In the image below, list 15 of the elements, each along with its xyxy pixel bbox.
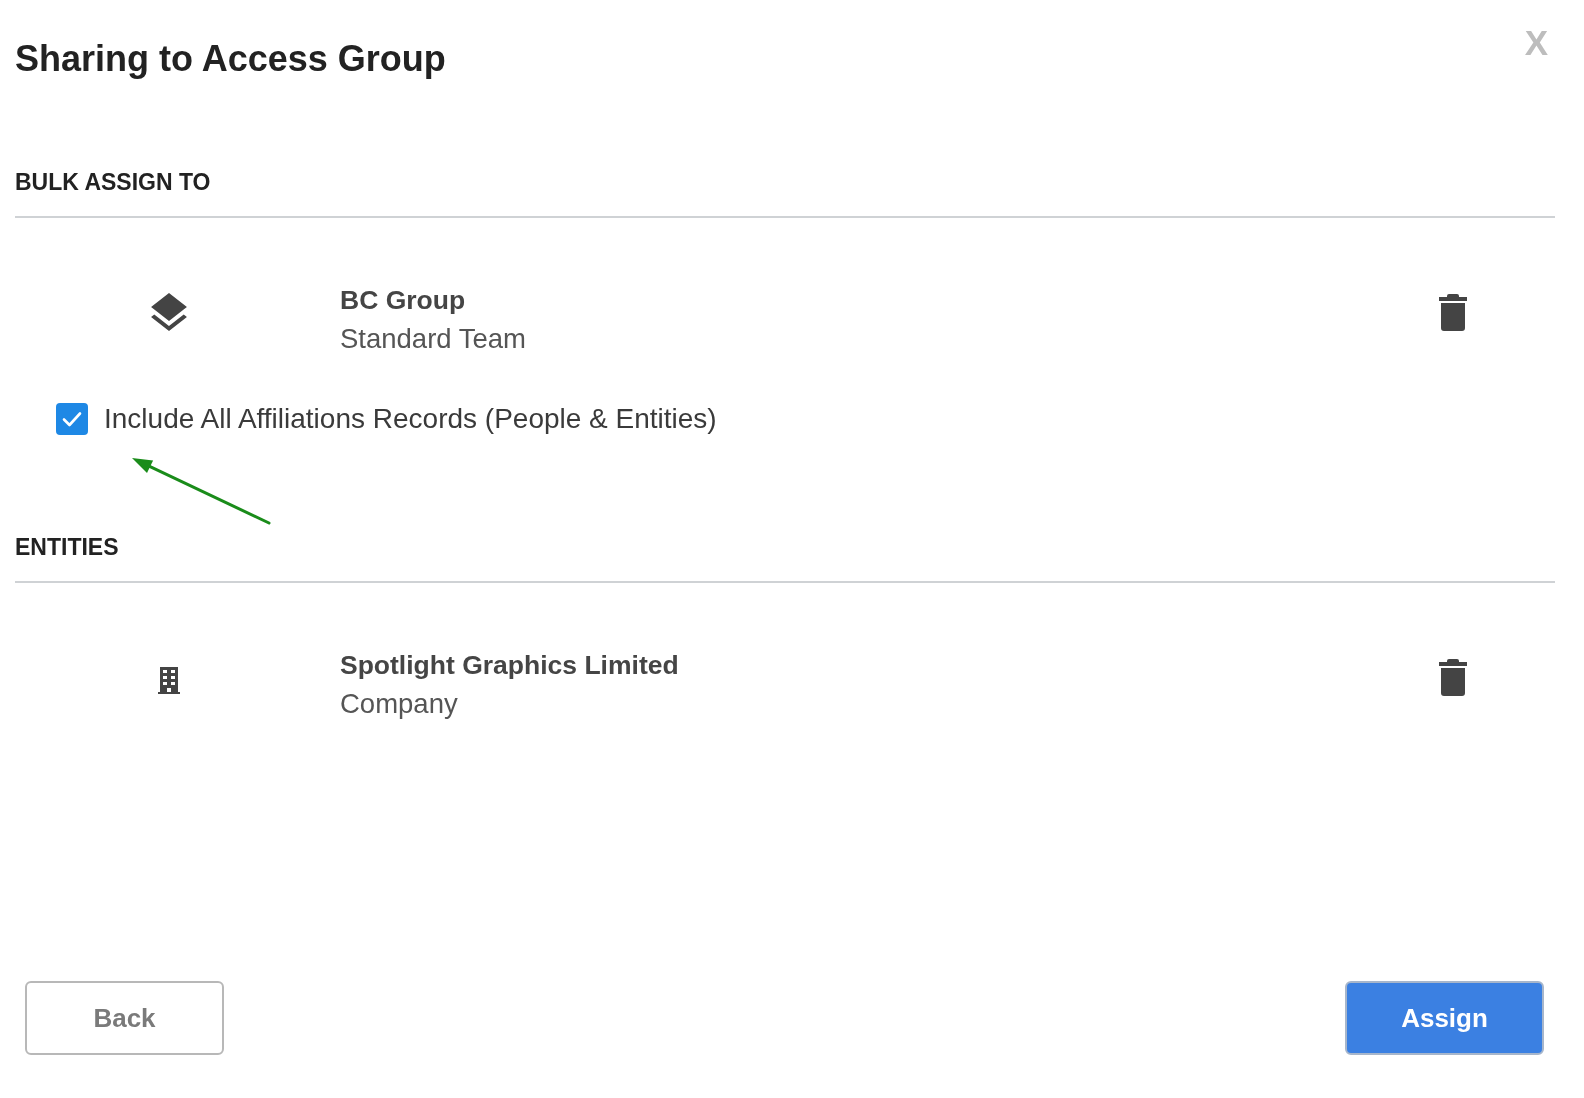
item-type: Standard Team	[340, 322, 526, 356]
primary-button[interactable]: Assign	[1345, 981, 1544, 1055]
secondary-button[interactable]: Back	[25, 981, 224, 1055]
building-icon	[158, 667, 180, 694]
trash-icon[interactable]	[1439, 294, 1467, 331]
section-heading: ENTITIES	[15, 533, 119, 562]
item-type: Company	[340, 687, 458, 721]
checkbox[interactable]	[56, 402, 88, 435]
trash-icon[interactable]	[1439, 659, 1467, 696]
checkbox-label: Include All Affiliations Records (People & Entities)	[104, 402, 717, 435]
section-heading: BULK ASSIGN TO	[15, 168, 211, 197]
item-name: Spotlight Graphics Limited	[340, 649, 679, 682]
dialog-title: Sharing to Access Group	[15, 37, 446, 81]
item-name: BC Group	[340, 284, 466, 317]
layers-icon	[151, 293, 187, 331]
